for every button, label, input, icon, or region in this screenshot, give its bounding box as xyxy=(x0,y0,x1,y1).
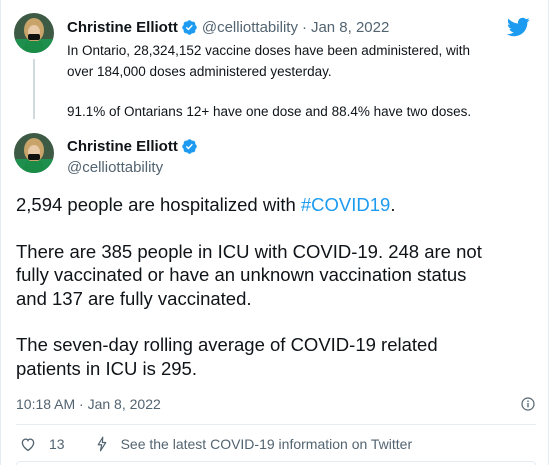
covid-info-link[interactable]: See the latest COVID-19 information on T… xyxy=(93,435,413,453)
main-author-handle[interactable]: @celliottability xyxy=(67,159,163,176)
parent-author-handle[interactable]: @celliottability xyxy=(202,19,298,36)
icu-text-line-2: fully vaccinated or have an unknown vacc… xyxy=(16,264,467,285)
separator-dot: · xyxy=(301,18,307,36)
timestamp-row: 10:18 AM · Jan 8, 2022 xyxy=(16,394,536,414)
main-text-paragraph-3: The seven-day rolling average of COVID-1… xyxy=(16,333,536,380)
verified-badge-icon xyxy=(181,19,198,36)
covid19-hashtag-link[interactable]: #COVID19 xyxy=(301,194,390,215)
parent-text-line-2: over 184,000 doses administered yesterda… xyxy=(67,64,332,79)
main-tweet-timestamp[interactable]: 10:18 AM · Jan 8, 2022 xyxy=(16,396,161,412)
main-author-name-row: Christine Elliott xyxy=(67,138,198,155)
parent-text-paragraph-2: 91.1% of Ontarians 12+ have one dose and… xyxy=(67,104,472,119)
divider xyxy=(16,424,536,425)
info-icon[interactable] xyxy=(520,396,536,412)
next-card-edge xyxy=(16,461,536,465)
verified-badge-icon xyxy=(181,138,198,155)
thread-connector-line xyxy=(33,59,35,119)
parent-tweet-date[interactable]: Jan 8, 2022 xyxy=(311,19,389,36)
main-tweet-text: 2,594 people are hospitalized with #COVI… xyxy=(16,193,536,403)
parent-tweet-header: Christine Elliott @celliottability · Jan… xyxy=(67,17,389,37)
main-text-paragraph-1: 2,594 people are hospitalized with #COVI… xyxy=(16,193,536,217)
icu-text-line-3: and 137 are fully vaccinated. xyxy=(16,287,252,309)
heart-icon[interactable] xyxy=(19,435,37,453)
period-text: . xyxy=(390,194,396,215)
average-text-line-1: The seven-day rolling average of COVID-1… xyxy=(16,334,438,355)
twitter-bird-icon[interactable] xyxy=(506,15,530,39)
parent-text-line-1: In Ontario, 28,324,152 vaccine doses hav… xyxy=(67,43,471,58)
main-avatar[interactable] xyxy=(14,133,54,173)
parent-tweet-text: In Ontario, 28,324,152 vaccine doses hav… xyxy=(67,40,527,141)
covid-info-link-label: See the latest COVID-19 information on T… xyxy=(120,436,413,452)
parent-author-name[interactable]: Christine Elliott xyxy=(67,19,178,36)
like-count[interactable]: 13 xyxy=(49,436,65,452)
lightning-bolt-icon xyxy=(93,435,111,453)
main-text-paragraph-2: There are 385 people in ICU with COVID-1… xyxy=(16,240,536,311)
tweet-actions: 13 See the latest COVID-19 information o… xyxy=(16,433,412,455)
hospitalized-text: 2,594 people are hospitalized with xyxy=(16,194,301,215)
parent-avatar[interactable] xyxy=(14,13,54,53)
average-text-line-2: patients in ICU is 295. xyxy=(16,357,197,379)
icu-text-line-1: There are 385 people in ICU with COVID-1… xyxy=(16,240,482,262)
main-author-name[interactable]: Christine Elliott xyxy=(67,138,178,155)
tweet-embed-card: Christine Elliott @celliottability · Jan… xyxy=(0,0,549,465)
